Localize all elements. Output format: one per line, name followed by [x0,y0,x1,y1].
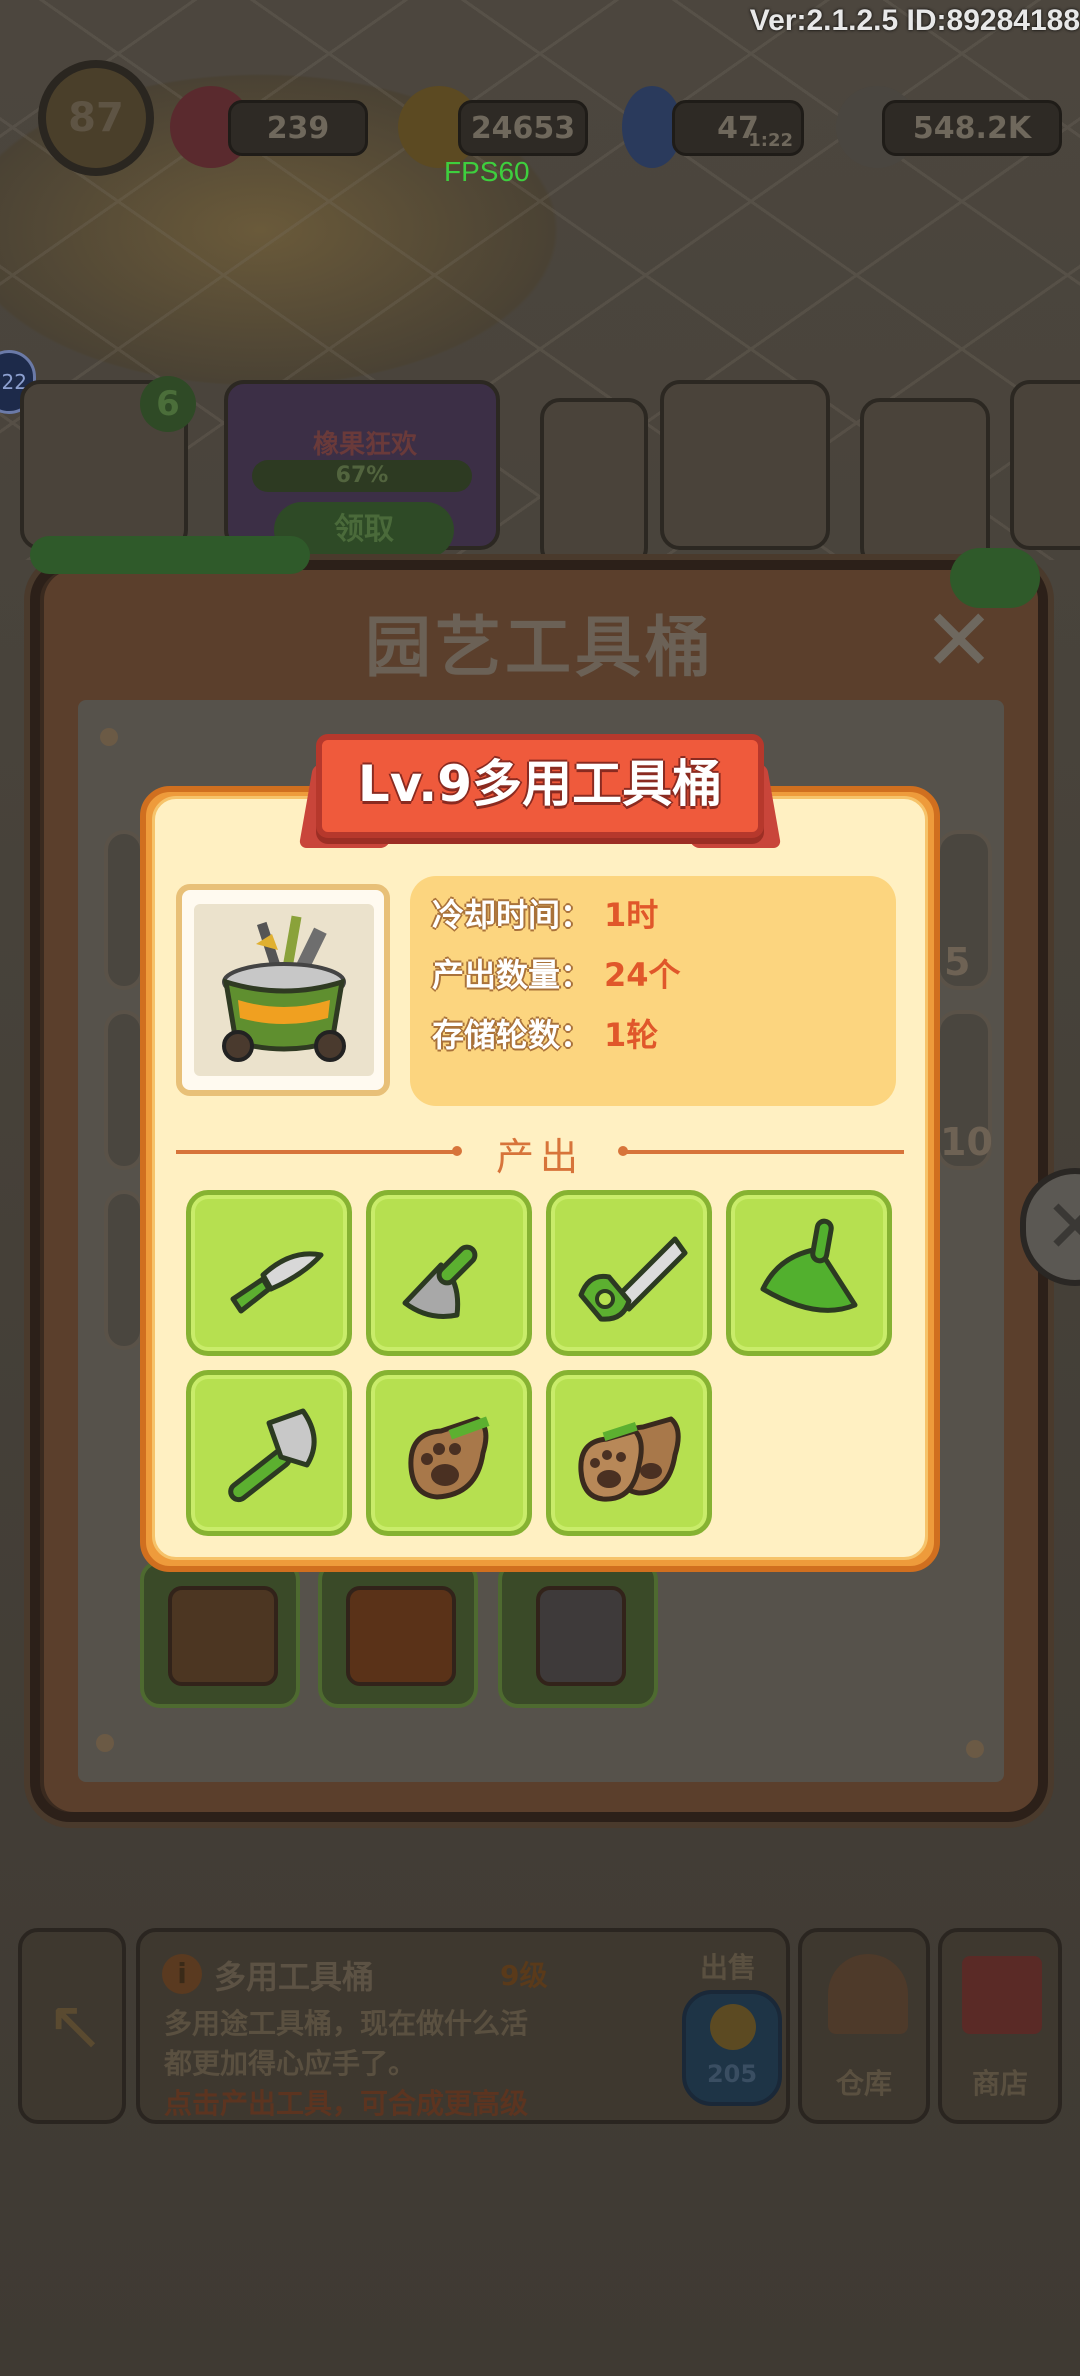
treasure-chest-icon [346,1586,456,1686]
paper-pin [96,1734,114,1752]
sell-button[interactable]: 205 [682,1990,782,2106]
bg-card-4 [860,398,990,568]
pruning-knife-icon [230,1251,324,1314]
gems-counter[interactable]: 239 [228,100,368,156]
bottom-info-bar: ↖ i 多用工具桶 9级 多用途工具桶，现在做什么活 都更加得心应手了。 点击产… [18,1928,1062,2124]
warehouse-label: 仓库 [835,2067,892,2100]
hatchet-icon [228,1408,317,1503]
bg-slot [104,1190,144,1350]
shop-button[interactable]: 商店 [938,1928,1062,2124]
sell-value: 205 [706,2060,758,2088]
coin-icon [710,2004,756,2050]
chest-slot[interactable] [140,1560,300,1708]
output-slot-4[interactable] [726,1190,892,1356]
item-title: Lv.9多用工具桶 [357,755,723,813]
item-description-1: 多用途工具桶，现在做什么活 [164,2007,529,2040]
event-title: 橡果狂欢 [312,430,417,460]
close-icon[interactable]: ✕ [918,598,1000,684]
bg-card-5 [1010,380,1080,550]
bg-slot [104,830,144,990]
seeds-value: 548.2K [912,110,1032,146]
item-thumbnail [194,904,374,1076]
tool-bucket-icon [222,915,346,1062]
output-slot-5[interactable] [186,1370,352,1536]
version-info: Ver:2.1.2.5 ID:89284188 [749,4,1080,37]
bg-slot-count: 5 [944,940,971,984]
energy-counter[interactable]: 47 1:22 [672,100,804,156]
shop-label: 商店 [971,2067,1028,2100]
garden-trowel-icon [402,1244,478,1319]
chest-slot[interactable] [318,1560,478,1708]
hand-saw-icon [578,1236,688,1322]
cabinet-slot[interactable] [498,1560,658,1708]
event-progress: 67% [252,460,472,492]
dialog-title: 园艺工具桶 [365,609,715,686]
bg-card-3 [660,380,830,550]
output-slot-6[interactable] [366,1370,532,1536]
player-level: 87 [68,95,124,141]
bg-badge: 6 [140,376,196,432]
energy-timer: 1:22 [748,130,793,151]
back-arrow-icon: ↖ [46,1984,105,2066]
info-icon: i [162,1954,202,1994]
section-divider-right [624,1150,904,1154]
player-level-badge: 87 [38,60,154,176]
section-divider-left [176,1150,456,1154]
coins-counter[interactable]: 24653 [458,100,588,156]
bg-slot [104,1010,144,1170]
shop-icon [962,1956,1042,2034]
stat-output-value: 24个 [604,956,681,994]
stat-storage-label: 存储轮数： [432,1016,593,1054]
output-section-title: 产出 [495,1135,584,1179]
stat-output-label: 产出数量： [432,956,593,994]
paw-glove-icon [408,1416,490,1500]
bg-slot-count: 10 [940,1120,993,1164]
item-name: 多用工具桶 [214,1958,375,1996]
item-info-panel: i 多用工具桶 9级 多用途工具桶，现在做什么活 都更加得心应手了。 点击产出工… [136,1928,790,2124]
stat-storage-value: 1轮 [604,1016,659,1054]
stat-output-quantity: 产出数量： 24个 [432,950,681,996]
seeds-counter[interactable]: 548.2K [882,100,1062,156]
output-slot-1[interactable] [186,1190,352,1356]
item-hint: 点击产出工具，可合成更高级 [164,2087,529,2120]
gems-value: 239 [266,110,330,146]
paw-gloves-pair-icon [578,1416,681,1502]
sell-label: 出售 [700,1951,757,1984]
stat-storage-rounds: 存储轮数： 1轮 [432,1010,658,1056]
output-slot-2[interactable] [366,1190,532,1356]
back-button[interactable]: ↖ [18,1928,126,2124]
output-slot-7[interactable] [546,1370,712,1536]
item-level: 9级 [500,1959,548,1992]
paper-pin [966,1740,984,1758]
chest-icon [168,1586,278,1686]
stat-cooldown: 冷却时间： 1时 [432,890,658,936]
warehouse-icon [828,1954,908,2034]
output-slot-3[interactable] [546,1190,712,1356]
paper-pin [100,728,118,746]
fps-counter: FPS60 [444,156,530,187]
leaf-decoration-left [30,536,310,574]
dustpan-icon [760,1218,858,1313]
coins-value: 24653 [470,110,576,146]
stat-cooldown-value: 1时 [604,896,659,934]
item-description-2: 都更加得心应手了。 [164,2047,417,2080]
bg-card-2 [540,398,648,568]
cabinet-icon [536,1586,626,1686]
warehouse-button[interactable]: 仓库 [798,1928,930,2124]
stat-cooldown-label: 冷却时间： [432,896,593,934]
